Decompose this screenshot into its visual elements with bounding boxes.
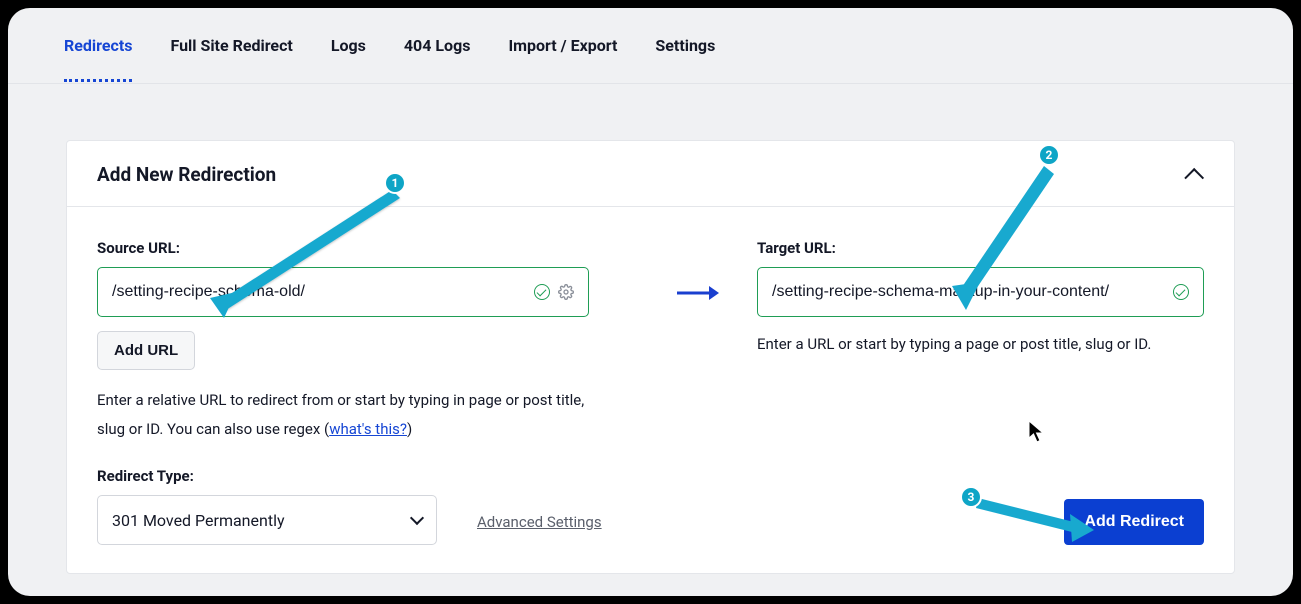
source-url-input-wrap [97, 267, 589, 317]
chevron-down-icon [410, 511, 424, 525]
check-icon [534, 284, 550, 300]
annotation-badge-1: 1 [384, 172, 406, 194]
tab-import-export[interactable]: Import / Export [508, 10, 617, 82]
target-url-input[interactable] [772, 283, 1173, 301]
target-help-text: Enter a URL or start by typing a page or… [757, 335, 1204, 353]
source-url-input[interactable] [112, 283, 534, 301]
target-input-icons [1173, 284, 1189, 300]
card-title: Add New Redirection [97, 163, 276, 186]
tab-settings[interactable]: Settings [655, 10, 715, 82]
advanced-settings-link[interactable]: Advanced Settings [477, 513, 602, 545]
tab-logs[interactable]: Logs [331, 10, 366, 82]
redirect-type-label: Redirect Type: [97, 467, 437, 485]
gear-icon[interactable] [558, 284, 574, 300]
whats-this-link[interactable]: what's this? [329, 420, 407, 438]
source-url-label: Source URL: [97, 239, 637, 257]
target-url-label: Target URL: [757, 239, 1204, 257]
add-url-button[interactable]: Add URL [97, 331, 195, 370]
app-window: Redirects Full Site Redirect Logs 404 Lo… [8, 8, 1293, 596]
source-input-icons [534, 284, 574, 300]
source-help-text: Enter a relative URL to redirect from or… [97, 386, 597, 443]
target-url-input-wrap [757, 267, 1204, 317]
add-redirect-button[interactable]: Add Redirect [1064, 499, 1204, 545]
arrow-column [637, 239, 757, 545]
tabs-bar: Redirects Full Site Redirect Logs 404 Lo… [8, 8, 1293, 84]
source-column: Source URL: Add URL [97, 239, 637, 545]
tab-redirects[interactable]: Redirects [64, 10, 132, 82]
arrow-right-icon [675, 283, 719, 303]
add-redirection-card: Add New Redirection Source URL: [66, 140, 1235, 574]
annotation-badge-3: 3 [960, 486, 982, 508]
card-body: Source URL: Add URL [67, 207, 1234, 573]
tab-404-logs[interactable]: 404 Logs [404, 10, 471, 82]
chevron-up-icon[interactable] [1184, 167, 1204, 187]
redirect-type-select[interactable]: 301 Moved Permanently [97, 495, 437, 545]
redirect-type-value: 301 Moved Permanently [112, 511, 285, 530]
check-icon [1173, 284, 1189, 300]
source-help-post: ) [407, 420, 412, 438]
annotation-badge-2: 2 [1038, 144, 1060, 166]
tab-full-site-redirect[interactable]: Full Site Redirect [170, 10, 292, 82]
